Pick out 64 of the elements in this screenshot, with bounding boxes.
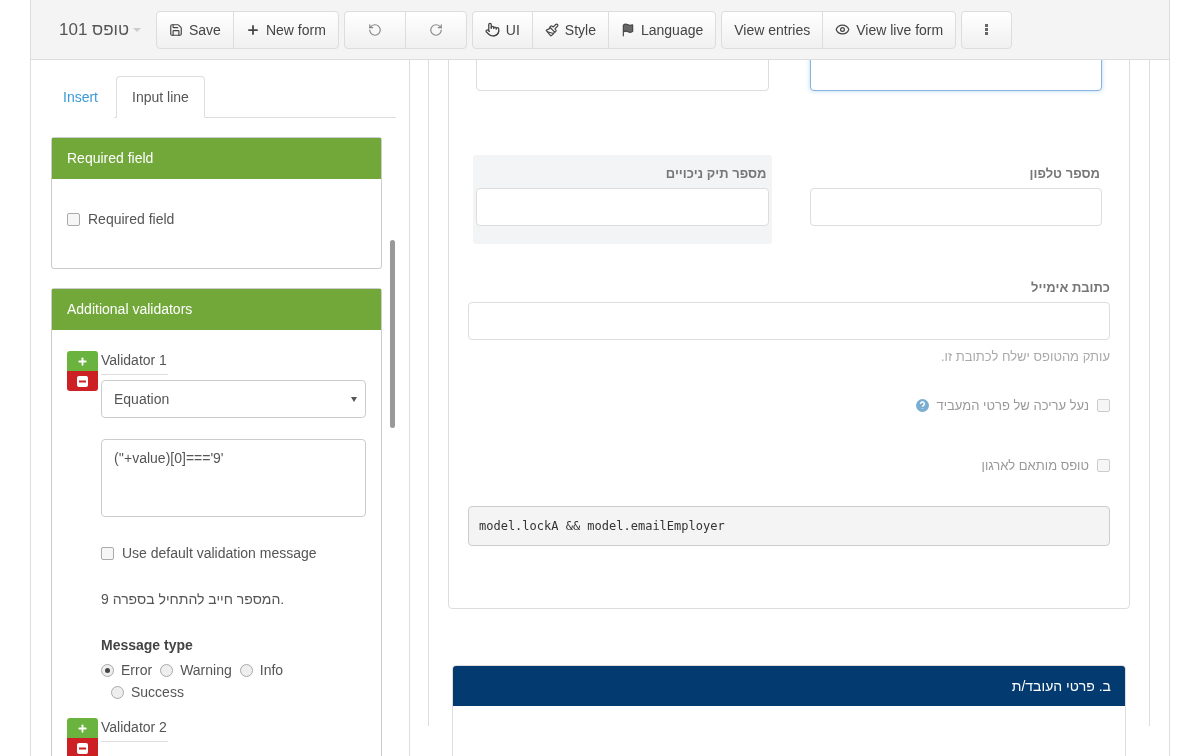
checkbox[interactable] — [67, 212, 80, 226]
condition-code: model.lockA && model.emailEmployer — [468, 506, 1110, 546]
validator-label: Validator 1 — [101, 352, 168, 375]
remove-button[interactable] — [67, 738, 98, 756]
panel-header: Additional validators — [52, 289, 381, 330]
tab[interactable]: Input line — [116, 76, 205, 118]
field-label: כתובת אימייל — [1030, 280, 1110, 295]
checkbox-label: טופס מותאם לארגון — [981, 458, 1089, 473]
minus-icon — [77, 375, 88, 387]
minus-icon — [77, 742, 88, 754]
add-button[interactable] — [67, 351, 98, 371]
checkbox[interactable] — [1097, 399, 1110, 412]
panel-header: Required field — [52, 138, 381, 179]
input-field[interactable] — [476, 188, 769, 226]
add-button[interactable] — [67, 718, 98, 738]
redo-icon — [428, 22, 443, 37]
radio-button[interactable] — [160, 663, 174, 677]
remove-button[interactable] — [67, 371, 98, 391]
paintbrush-icon — [544, 22, 559, 37]
save-icon — [169, 22, 183, 37]
radio-button[interactable] — [239, 663, 253, 677]
toolbar-button[interactable]: View live form — [822, 11, 956, 48]
help-text: עותק מהטופס ישלח לכתובת זו. — [939, 349, 1110, 364]
field-label: מספר טלפון — [1028, 166, 1100, 181]
radio-label: Error — [121, 662, 153, 678]
undo-icon — [367, 22, 382, 37]
flag-icon — [620, 22, 635, 37]
input-field[interactable] — [476, 60, 769, 91]
validator-label: Validator 2 — [101, 719, 168, 742]
plus-icon — [77, 722, 88, 734]
toolbar-button[interactable]: View entries — [722, 11, 823, 48]
hand-pointer-icon — [484, 22, 500, 37]
validator-type-select[interactable]: Equation — [101, 380, 366, 418]
checkbox-label: Use default validation message — [122, 545, 317, 561]
field-label: מספר תיק ניכויים — [664, 166, 767, 181]
checkbox-label: Required field — [88, 211, 175, 227]
checkbox-label: נעל עריכה של פרטי המעביד — [936, 398, 1089, 413]
input-field[interactable] — [809, 60, 1102, 91]
toolbar-button[interactable]: UI — [472, 11, 532, 48]
radio-button[interactable] — [111, 685, 124, 699]
radio-label: Warning — [180, 662, 232, 678]
caret-icon — [351, 396, 357, 402]
section-header: ב. פרטי העובד/ת — [453, 666, 1125, 706]
form-title[interactable]: 101 טופס — [59, 19, 151, 40]
radio-label: Info — [259, 662, 284, 678]
radio-label: Success — [131, 684, 184, 700]
toolbar-button[interactable]: Language — [607, 11, 716, 48]
toolbar-button[interactable]: Style — [531, 11, 608, 48]
plus-icon — [245, 22, 260, 37]
more-options-icon — [985, 24, 989, 35]
toolbar-button[interactable]: New form — [232, 11, 338, 48]
toolbar-button[interactable]: Save — [157, 11, 233, 48]
checkbox[interactable] — [1097, 459, 1110, 472]
validation-message: המספר חייב להתחיל בספרה 9. — [101, 591, 286, 607]
plus-icon — [77, 355, 88, 367]
input-field[interactable] — [809, 188, 1102, 226]
scrollbar-thumb[interactable] — [390, 240, 395, 428]
message-type-label: Message type — [101, 637, 194, 653]
expression-field[interactable]: (''+value)[0]==='9' — [101, 439, 366, 517]
checkbox[interactable] — [101, 546, 114, 560]
radio-button[interactable] — [101, 663, 114, 677]
eye-icon — [835, 22, 851, 37]
email-field[interactable] — [468, 302, 1110, 340]
help-icon — [915, 399, 929, 412]
